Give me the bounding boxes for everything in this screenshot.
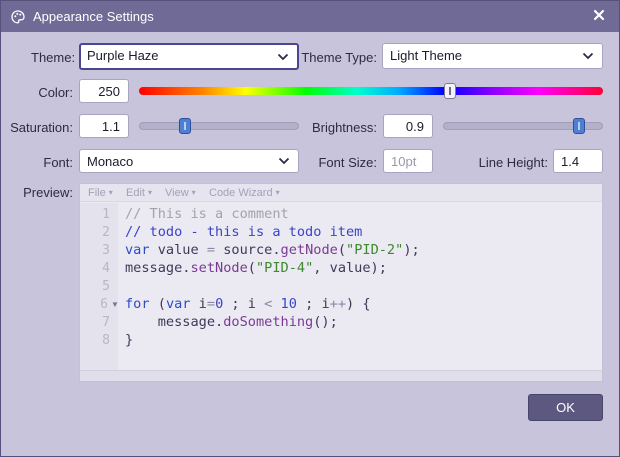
line-number: 4 — [102, 261, 110, 276]
chevron-down-icon — [582, 50, 594, 62]
font-select[interactable]: Monaco — [79, 149, 299, 173]
ok-button[interactable]: OK — [528, 394, 603, 421]
code-preview: File ▾ Edit ▾ View ▾ Code Wizard ▾ 1 2 3 4 5… — [79, 183, 603, 382]
code-area[interactable]: // This is a comment // todo - this is a… — [125, 203, 599, 370]
line-number: 3 — [102, 243, 110, 258]
line-height-input[interactable]: 1.4 — [553, 149, 603, 173]
preview-label: Preview: — [23, 185, 73, 200]
brightness-label: Brightness: — [311, 120, 377, 135]
preview-status-bar — [80, 370, 602, 381]
close-icon[interactable] — [591, 7, 607, 23]
saturation-slider-track[interactable] — [139, 122, 299, 130]
menu-code-wizard[interactable]: Code Wizard ▾ — [209, 187, 280, 199]
color-hue-slider-track[interactable] — [139, 87, 603, 95]
brightness-slider-thumb[interactable] — [573, 118, 585, 134]
caret-down-icon: ▾ — [191, 188, 196, 197]
color-slider-thumb[interactable] — [443, 83, 456, 99]
saturation-input[interactable]: 1.1 — [79, 114, 129, 138]
preview-menubar: File ▾ Edit ▾ View ▾ Code Wizard ▾ — [80, 184, 602, 202]
code-line: // This is a comment — [125, 206, 289, 222]
window-title: Appearance Settings — [33, 9, 154, 24]
line-number-gutter: 1 2 3 4 5 6 ▼ 7 8 — [80, 203, 119, 370]
line-number: 6 — [100, 297, 108, 312]
theme-label: Theme: — [31, 50, 76, 65]
theme-type-value: Light Theme — [390, 48, 463, 63]
appearance-settings-dialog: Appearance Settings Theme: Purple Haze T… — [0, 0, 620, 457]
caret-down-icon: ▾ — [275, 188, 280, 197]
menu-view[interactable]: View ▾ — [165, 187, 196, 199]
code-line: message.setNode("PID-4", value); — [125, 260, 387, 276]
font-select-value: Monaco — [87, 154, 134, 169]
theme-select-value: Purple Haze — [87, 48, 159, 63]
color-input[interactable]: 250 — [79, 79, 129, 103]
theme-type-label: Theme Type: — [301, 50, 377, 65]
font-label: Font: — [43, 155, 73, 170]
line-number: 1 — [102, 207, 110, 222]
palette-icon — [11, 10, 25, 24]
chevron-down-icon — [278, 155, 290, 167]
code-line: // todo - this is a todo item — [125, 224, 363, 240]
code-line: } — [125, 332, 134, 348]
brightness-input[interactable]: 0.9 — [383, 114, 433, 138]
caret-down-icon: ▾ — [147, 188, 152, 197]
color-label: Color: — [38, 85, 73, 100]
line-number: 2 — [102, 225, 110, 240]
caret-down-icon: ▾ — [108, 188, 113, 197]
code-line: for (var i=0 ; i < 10 ; i++) { — [125, 296, 371, 312]
titlebar: Appearance Settings — [1, 1, 619, 32]
font-size-label: Font Size: — [318, 155, 377, 170]
code-line: message.doSomething(); — [125, 314, 338, 330]
saturation-slider-thumb[interactable] — [179, 118, 192, 134]
saturation-label: Saturation: — [10, 120, 73, 135]
fold-arrow-icon[interactable]: ▼ — [111, 300, 119, 309]
menu-edit[interactable]: Edit ▾ — [126, 187, 152, 199]
chevron-down-icon — [277, 51, 289, 63]
theme-type-select[interactable]: Light Theme — [382, 43, 603, 69]
line-number: 5 — [102, 279, 110, 294]
menu-file[interactable]: File ▾ — [88, 187, 113, 199]
theme-select[interactable]: Purple Haze — [79, 43, 299, 70]
font-size-input[interactable]: 10pt — [383, 149, 433, 173]
line-number: 8 — [102, 333, 110, 348]
line-number: 7 — [102, 315, 110, 330]
line-height-label: Line Height: — [478, 155, 548, 170]
code-line: var value = source.getNode("PID-2"); — [125, 242, 420, 258]
